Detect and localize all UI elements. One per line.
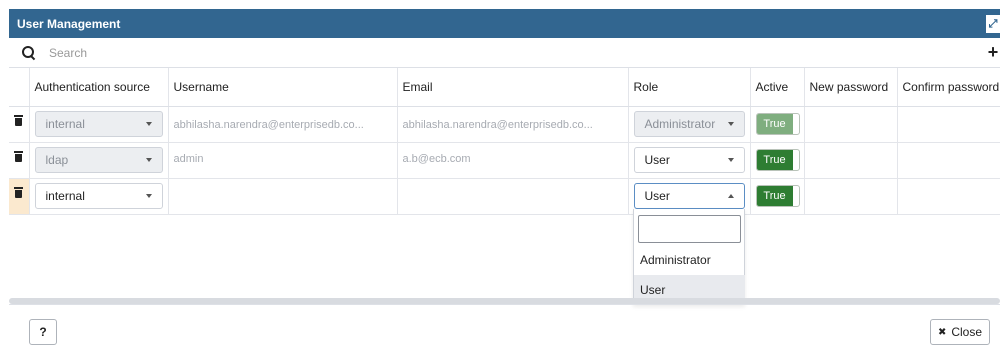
column-header-auth-source[interactable]: Authentication source (29, 68, 169, 107)
users-table: Authentication source Username Email Rol… (9, 68, 1000, 215)
table-header-row: Authentication source Username Email Rol… (9, 68, 1000, 107)
auth-source-cell: internal (29, 178, 169, 215)
confirm-password-cell[interactable] (897, 106, 1000, 143)
trash-icon[interactable] (14, 114, 24, 126)
active-cell: True (750, 142, 805, 179)
active-cell: True (750, 106, 805, 143)
delete-cell (9, 106, 30, 143)
table-row: internal User True (9, 178, 1000, 215)
auth-source-value: internal (45, 189, 85, 203)
email-cell: a.b@ecb.com (397, 142, 629, 179)
active-toggle[interactable]: True (755, 185, 800, 207)
auth-source-cell: ldap (29, 142, 169, 179)
search-input[interactable] (49, 45, 449, 60)
active-toggle-label: True (756, 186, 793, 206)
email-value: a.b@ecb.com (402, 152, 471, 165)
close-button[interactable]: ✖ Close (930, 319, 990, 345)
delete-cell (9, 142, 30, 179)
username-value: admin (173, 152, 204, 165)
role-select[interactable]: User (633, 147, 745, 173)
user-grid: Authentication source Username Email Rol… (9, 68, 1000, 300)
table-row: ldap admin a.b@ecb.com User True (9, 142, 1000, 179)
auth-source-value: ldap (45, 153, 69, 167)
new-password-cell[interactable] (804, 142, 898, 179)
trash-icon[interactable] (14, 186, 24, 198)
search-icon (21, 45, 37, 61)
column-header-delete (9, 68, 30, 107)
username-cell: abhilasha.narendra@enterprisedb.co... (168, 106, 398, 143)
active-toggle-label: True (756, 114, 793, 134)
role-value: Administrator (644, 117, 716, 131)
dialog-title-bar: User Management ⤢ (9, 9, 1000, 38)
chevron-down-icon (145, 158, 152, 162)
new-password-cell[interactable] (804, 106, 898, 143)
role-option-administrator[interactable]: Administrator (634, 245, 745, 275)
username-cell: admin (168, 142, 398, 179)
close-icon: ✖ (937, 326, 947, 338)
expand-icon[interactable]: ⤢ (986, 15, 1000, 33)
role-cell: Administrator (628, 106, 751, 143)
column-header-confirm-password[interactable]: Confirm password (897, 68, 1000, 107)
new-password-cell[interactable] (804, 178, 898, 215)
auth-source-value: internal (45, 117, 85, 131)
table-row: internal abhilasha.narendra@enterprisedb… (9, 106, 1000, 143)
chevron-up-icon (727, 194, 734, 198)
chevron-down-icon (727, 158, 734, 162)
column-header-new-password[interactable]: New password (804, 68, 898, 107)
dialog-title: User Management (17, 16, 121, 31)
active-toggle[interactable]: True (755, 149, 800, 171)
role-dropdown-search-input[interactable] (638, 215, 741, 243)
chevron-down-icon (145, 194, 152, 198)
email-cell: abhilasha.narendra@enterprisedb.co... (397, 106, 629, 143)
chevron-down-icon (727, 122, 734, 126)
email-value: abhilasha.narendra@enterprisedb.co... (402, 119, 593, 131)
search-bar: + (9, 38, 1000, 68)
column-header-role[interactable]: Role (628, 68, 751, 107)
role-select[interactable]: User (633, 183, 745, 209)
role-select[interactable]: Administrator (633, 111, 745, 137)
auth-source-select[interactable]: internal (34, 183, 163, 209)
confirm-password-cell[interactable] (897, 142, 1000, 179)
auth-source-select[interactable]: ldap (34, 147, 163, 173)
confirm-password-cell[interactable] (897, 178, 1000, 215)
chevron-down-icon (145, 122, 152, 126)
auth-source-cell: internal (29, 106, 169, 143)
active-toggle[interactable]: True (755, 113, 800, 135)
dialog-footer: ? ✖ Close (9, 304, 1000, 355)
role-value: User (644, 153, 670, 167)
column-header-username[interactable]: Username (168, 68, 398, 107)
role-dropdown-menu: Administrator User (633, 209, 745, 305)
add-user-button[interactable]: + (986, 42, 1000, 62)
username-value: abhilasha.narendra@enterprisedb.co... (173, 119, 364, 131)
email-cell[interactable] (397, 178, 629, 215)
trash-icon[interactable] (14, 150, 24, 162)
role-value: User (644, 189, 670, 203)
role-cell: User (628, 142, 751, 179)
close-button-label: Close (951, 325, 983, 339)
column-header-email[interactable]: Email (397, 68, 629, 107)
help-button[interactable]: ? (29, 319, 57, 345)
delete-cell (9, 178, 30, 215)
username-cell[interactable] (168, 178, 398, 215)
column-header-active[interactable]: Active (750, 68, 805, 107)
auth-source-select[interactable]: internal (34, 111, 163, 137)
active-cell: True (750, 178, 805, 215)
active-toggle-label: True (756, 150, 793, 170)
